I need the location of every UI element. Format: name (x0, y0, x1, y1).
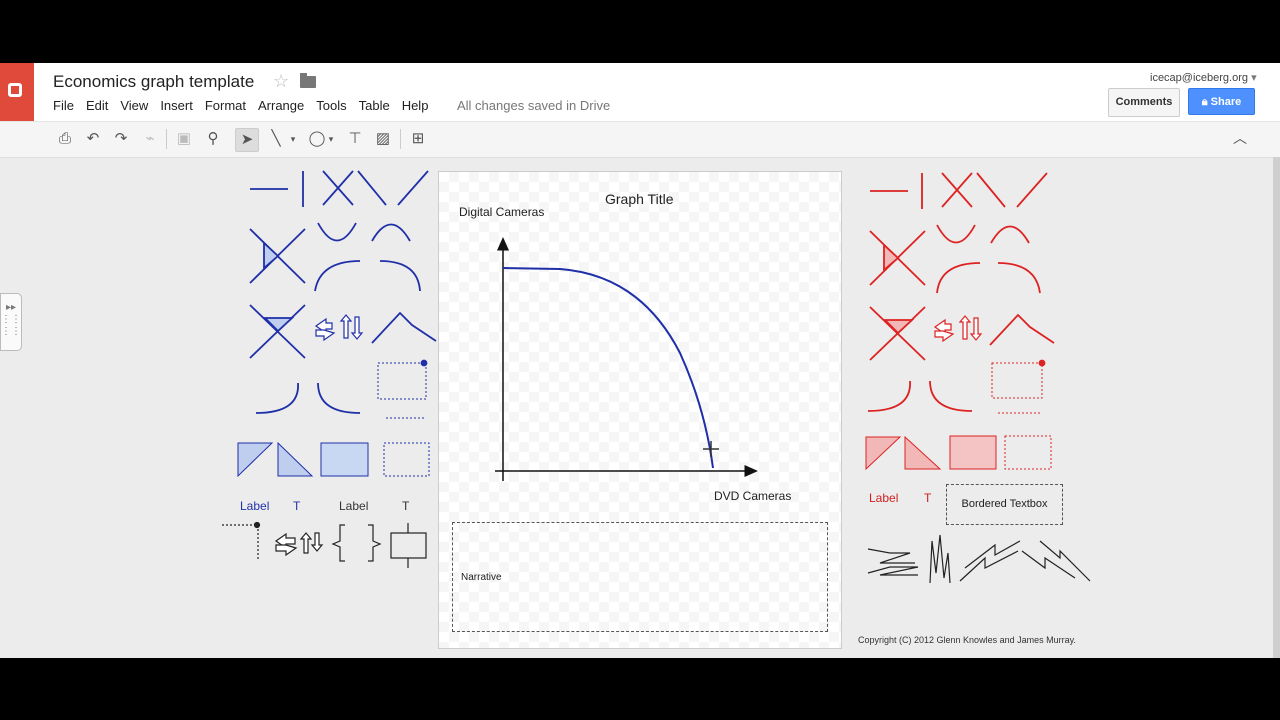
palette-right-bottom[interactable] (867, 534, 1091, 584)
palette-right-red[interactable] (865, 172, 1055, 471)
palette-label-dark[interactable]: Label (339, 499, 368, 513)
letterbox-bottom (0, 658, 1280, 720)
copyright-text: Copyright (C) 2012 Glenn Knowles and Jam… (858, 635, 1076, 645)
y-axis-label[interactable]: Digital Cameras (459, 205, 544, 219)
bordered-textbox[interactable]: Bordered Textbox (946, 484, 1063, 525)
palette-label-red[interactable]: Label (869, 491, 898, 505)
move-cursor-icon (703, 441, 719, 457)
palette-left-blue[interactable] (237, 170, 437, 478)
narrative-textbox[interactable] (452, 522, 828, 632)
palette-label-blue[interactable]: Label (240, 499, 269, 513)
ppf-curve[interactable] (502, 267, 714, 469)
x-axis-label[interactable]: DVD Cameras (714, 489, 791, 503)
palette-t-red[interactable]: T (924, 491, 931, 505)
palette-t-blue[interactable]: T (293, 499, 300, 513)
graph-title[interactable]: Graph Title (605, 191, 673, 207)
palette-right-arrows[interactable] (933, 315, 983, 343)
drawings-app: Economics graph template ☆ File Edit View I… (0, 63, 1280, 658)
palette-t-dark[interactable]: T (402, 499, 409, 513)
narrative-text: Narrative (461, 572, 502, 583)
palette-left-bottom[interactable] (222, 521, 427, 569)
palette-left-arrows[interactable] (314, 314, 364, 342)
letterbox-top (0, 0, 1280, 63)
